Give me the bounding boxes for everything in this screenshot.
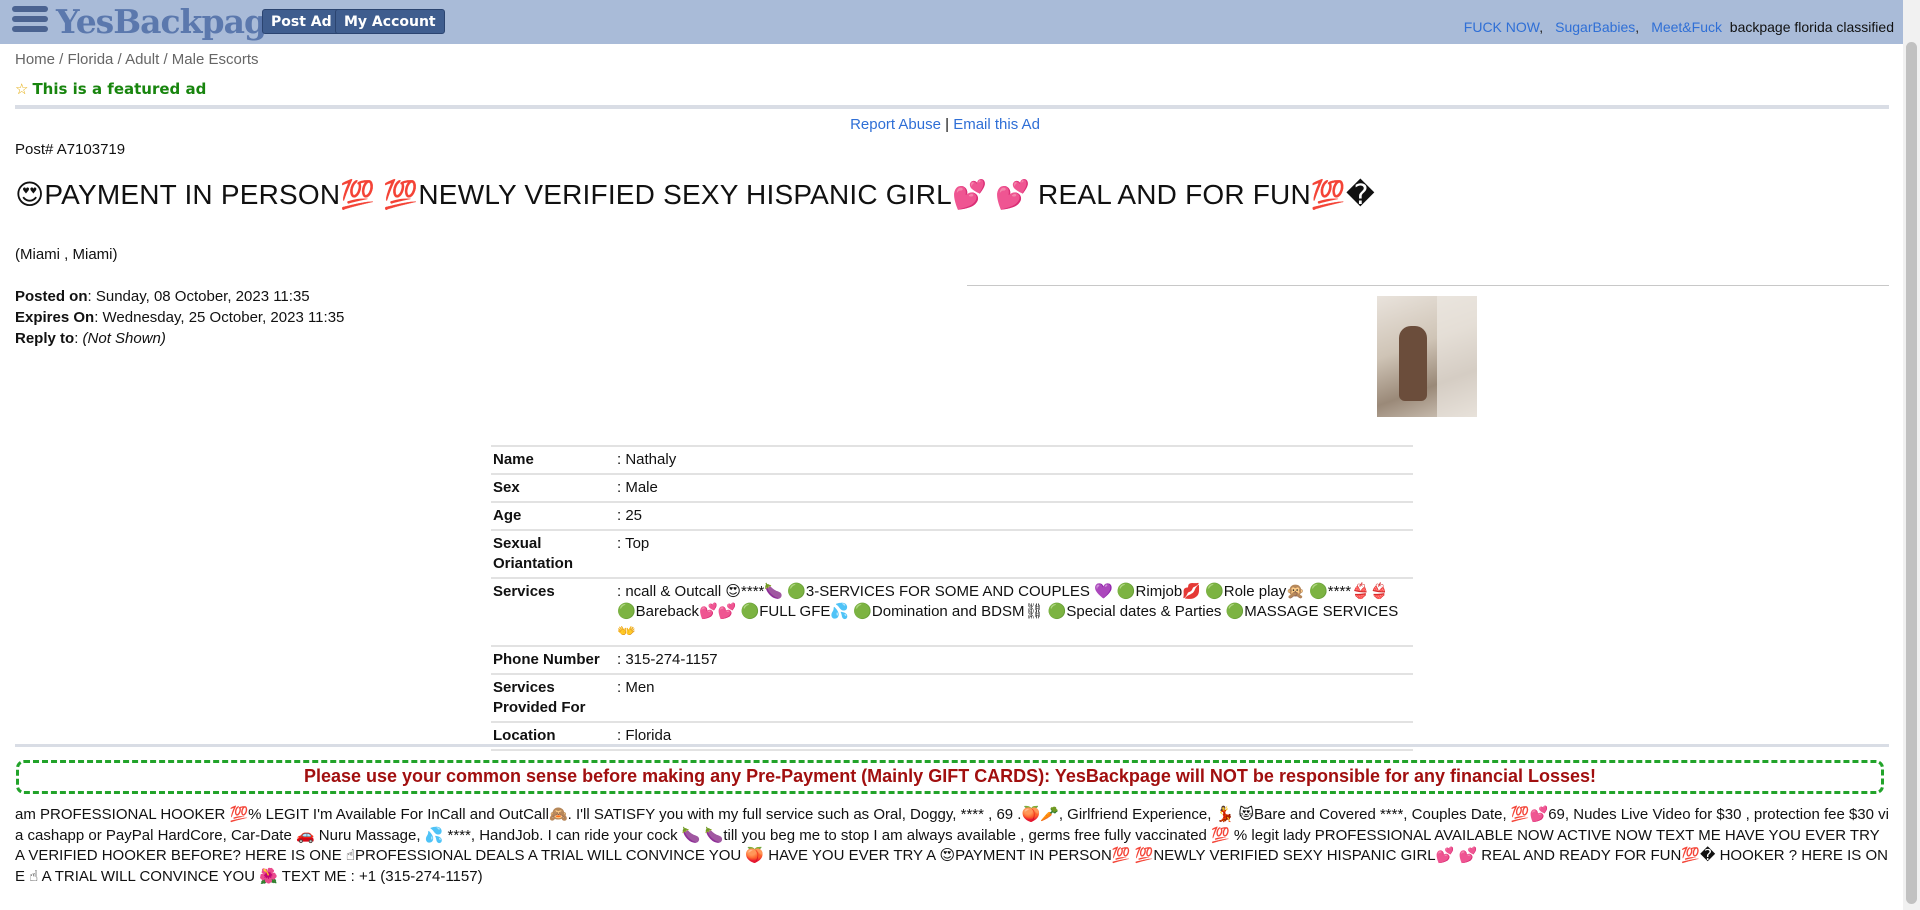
- photo-figure: [1399, 326, 1427, 401]
- detail-key: Phone Number: [491, 645, 615, 674]
- header-link-meet-and-fuck[interactable]: Meet&Fuck: [1651, 19, 1722, 35]
- breadcrumb-adult[interactable]: Adult: [125, 51, 159, 68]
- ad-title: 😍PAYMENT IN PERSON💯 💯NEWLY VERIFIED SEXY…: [15, 179, 1375, 210]
- featured-badge: ☆ This is a featured ad: [15, 80, 206, 98]
- detail-key: Age: [491, 501, 615, 530]
- reply-value: (Not Shown): [82, 330, 166, 347]
- detail-value: : Top: [615, 529, 1413, 578]
- detail-key: Sexual Oriantation: [491, 529, 615, 578]
- email-ad-link[interactable]: Email this Ad: [953, 116, 1040, 133]
- site-logo[interactable]: YesBackpage: [56, 2, 287, 41]
- ad-meta: Posted on: Sunday, 08 October, 2023 11:3…: [15, 286, 344, 349]
- table-row: Age: 25: [491, 501, 1413, 530]
- detail-key: Name: [491, 445, 615, 474]
- reply-label: Reply to: [15, 330, 75, 347]
- detail-value: : Nathaly: [615, 445, 1413, 474]
- table-row: Phone Number: 315-274-1157: [491, 645, 1413, 674]
- divider: [15, 744, 1889, 747]
- ad-description: am PROFESSIONAL HOOKER 💯% LEGIT I'm Avai…: [15, 806, 1889, 885]
- divider: [967, 285, 1889, 286]
- table-row: Services: ncall & Outcall 😍****🍆 🟢3-SERV…: [491, 577, 1413, 646]
- ad-location: (Miami , Miami): [15, 246, 118, 263]
- detail-value: : Men: [615, 673, 1413, 722]
- featured-label: This is a featured ad: [32, 80, 207, 98]
- ad-actions: Report Abuse | Email this Ad: [850, 116, 1040, 133]
- detail-value: : ncall & Outcall 😍****🍆 🟢3-SERVICES FOR…: [615, 577, 1413, 646]
- breadcrumb: Home / Florida / Adult / Male Escorts: [15, 51, 259, 68]
- hamburger-menu-icon[interactable]: [12, 6, 48, 38]
- detail-value: : 25: [615, 501, 1413, 530]
- table-row: Name: Nathaly: [491, 445, 1413, 474]
- expires-label: Expires On: [15, 309, 95, 326]
- detail-key: Sex: [491, 473, 615, 502]
- ad-photo[interactable]: [1377, 296, 1477, 417]
- prepayment-warning: Please use your common sense before maki…: [16, 760, 1884, 794]
- detail-value: : 315-274-1157: [615, 645, 1413, 674]
- reply-colon: :: [74, 330, 83, 347]
- details-table: Name: Nathaly Sex: Male Age: 25 Sexual O…: [491, 445, 1413, 751]
- detail-value: : Male: [615, 473, 1413, 502]
- expires-value: : Wednesday, 25 October, 2023 11:35: [94, 309, 345, 326]
- header-links: FUCK NOW, SugarBabies, Meet&Fuck backpage …: [1463, 19, 1894, 35]
- post-number: Post# A7103719: [15, 141, 126, 158]
- posted-label: Posted on: [15, 288, 88, 305]
- table-row: Sex: Male: [491, 473, 1413, 502]
- header-link-sugarbabies[interactable]: SugarBabies: [1555, 19, 1635, 35]
- post-ad-button[interactable]: Post Ad: [262, 9, 341, 34]
- detail-key: Services Provided For: [491, 673, 615, 722]
- scrollbar-thumb[interactable]: [1906, 42, 1917, 904]
- breadcrumb-florida[interactable]: Florida: [68, 51, 114, 68]
- table-row: Services Provided For: Men: [491, 673, 1413, 722]
- divider: [15, 105, 1889, 109]
- my-account-button[interactable]: My Account: [335, 9, 445, 34]
- table-row: Sexual Oriantation: Top: [491, 529, 1413, 578]
- posted-value: : Sunday, 08 October, 2023 11:35: [87, 288, 310, 305]
- top-header: YesBackpage Post Ad My Account FUCK NOW,…: [0, 0, 1920, 44]
- detail-key: Services: [491, 577, 615, 646]
- breadcrumb-home[interactable]: Home: [15, 51, 55, 68]
- report-abuse-link[interactable]: Report Abuse: [850, 116, 941, 133]
- photo-background: [1437, 296, 1477, 417]
- header-link-fuck-now[interactable]: FUCK NOW: [1464, 19, 1539, 35]
- header-tagline: backpage florida classified: [1729, 19, 1894, 35]
- star-icon: ☆: [15, 80, 29, 98]
- breadcrumb-male-escorts[interactable]: Male Escorts: [172, 51, 259, 68]
- vertical-scrollbar[interactable]: [1903, 0, 1920, 910]
